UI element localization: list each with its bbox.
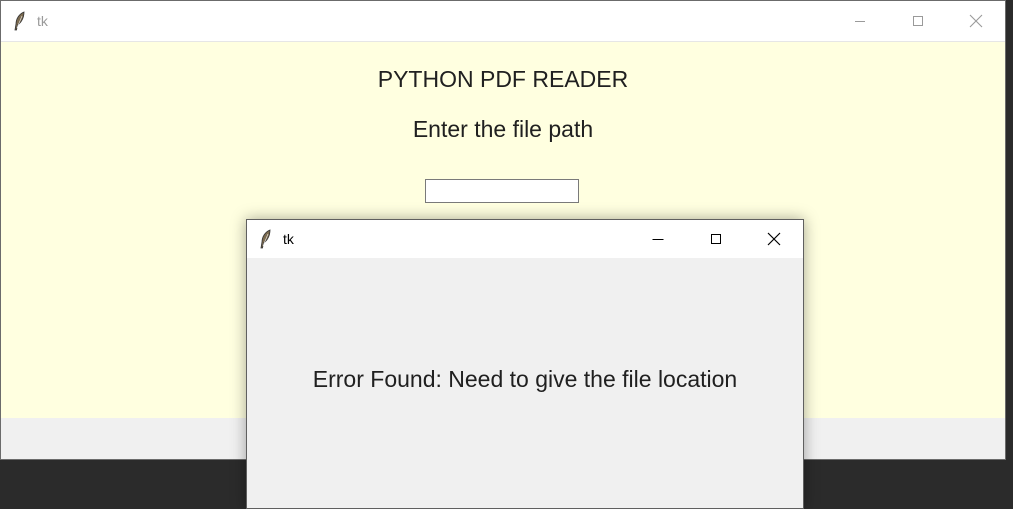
error-dialog: tk Error Found: Need to give the file lo… bbox=[246, 219, 804, 509]
minimize-button[interactable] bbox=[831, 1, 889, 41]
maximize-icon bbox=[913, 16, 923, 26]
error-message: Error Found: Need to give the file locat… bbox=[312, 366, 738, 392]
main-window-title: tk bbox=[37, 13, 48, 29]
minimize-icon bbox=[652, 239, 664, 240]
close-icon bbox=[767, 232, 781, 246]
dialog-title: tk bbox=[283, 231, 294, 247]
close-button[interactable] bbox=[947, 1, 1005, 41]
file-path-label: Enter the file path bbox=[412, 116, 594, 142]
dialog-titlebar[interactable]: tk bbox=[247, 220, 803, 258]
minimize-icon bbox=[855, 21, 865, 22]
file-path-input[interactable] bbox=[425, 179, 579, 203]
dialog-minimize-button[interactable] bbox=[629, 220, 687, 258]
maximize-button[interactable] bbox=[889, 1, 947, 41]
main-titlebar[interactable]: tk bbox=[1, 1, 1005, 42]
close-icon bbox=[969, 14, 983, 28]
app-title: PYTHON PDF READER bbox=[377, 66, 629, 92]
feather-icon bbox=[251, 220, 281, 259]
dialog-client-area: Error Found: Need to give the file locat… bbox=[247, 258, 803, 508]
maximize-icon bbox=[711, 234, 721, 244]
dialog-close-button[interactable] bbox=[745, 220, 803, 258]
feather-icon bbox=[5, 1, 35, 41]
dialog-maximize-button[interactable] bbox=[687, 220, 745, 258]
